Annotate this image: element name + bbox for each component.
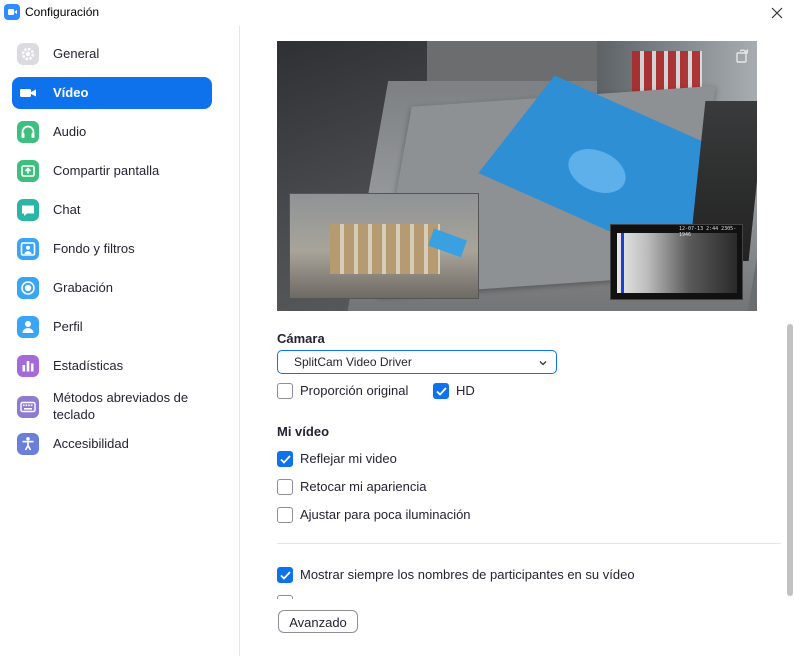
checkmark-icon: [280, 571, 291, 580]
camera-preview: 12-07-13 2:44 2305-1946: [277, 41, 757, 311]
scrollbar-thumb[interactable]: [787, 324, 793, 596]
sidebar-item-profile[interactable]: Perfil: [12, 311, 212, 343]
checkmark-icon: [436, 387, 447, 396]
person-icon: [17, 316, 39, 338]
hd-checkbox[interactable]: HD: [433, 382, 493, 400]
video-settings-panel: 12-07-13 2:44 2305-1946 Cámara SplitCam …: [241, 26, 794, 656]
close-button[interactable]: [766, 2, 788, 24]
sidebar-item-label: Grabación: [53, 280, 113, 295]
inset-panel: [617, 233, 737, 293]
mirror-video-checkbox[interactable]: Reflejar mi video: [277, 450, 477, 468]
advanced-button-label: Avanzado: [289, 615, 347, 630]
checkbox-label: Mostrar siempre los nombres de participa…: [300, 567, 635, 582]
person-portrait-icon: [17, 238, 39, 260]
inset-timestamp: 12-07-13 2:44 2305-1946: [679, 226, 737, 238]
section-divider: [277, 543, 781, 544]
advanced-button[interactable]: Avanzado: [278, 610, 358, 633]
scrollbar[interactable]: [785, 26, 794, 656]
sidebar-item-general[interactable]: General: [12, 38, 212, 70]
sidebar-item-keyboard-shortcuts[interactable]: Métodos abreviados de teclado: [12, 387, 212, 427]
camera-select[interactable]: SplitCam Video Driver: [277, 350, 557, 374]
record-icon: [17, 277, 39, 299]
checkbox-label: Proporción original: [300, 383, 409, 398]
title-bar: Configuración: [0, 0, 794, 26]
checkbox-unchecked[interactable]: [277, 507, 293, 523]
sidebar-item-label: Fondo y filtros: [53, 241, 135, 256]
rotate-icon: [736, 49, 749, 63]
sidebar-item-label: Vídeo: [53, 85, 89, 100]
show-participant-names-checkbox[interactable]: Mostrar siempre los nombres de participa…: [277, 566, 697, 584]
chevron-down-icon: [538, 358, 548, 368]
preview-inset-window: 12-07-13 2:44 2305-1946: [610, 224, 743, 300]
zoom-app-icon: [4, 4, 20, 20]
checkbox-unchecked[interactable]: [277, 383, 293, 399]
checkbox-label: HD: [456, 383, 475, 398]
settings-sidebar: General Vídeo Audio Compartir pantalla C…: [0, 26, 240, 656]
sidebar-item-statistics[interactable]: Estadísticas: [12, 350, 212, 382]
sidebar-item-label: Perfil: [53, 319, 83, 334]
sidebar-item-label: Accesibilidad: [53, 436, 129, 451]
window-title: Configuración: [25, 5, 100, 19]
video-camera-icon: [17, 82, 39, 104]
sidebar-item-share-screen[interactable]: Compartir pantalla: [12, 155, 212, 187]
gear-icon: [17, 43, 39, 65]
accessibility-icon: [17, 433, 39, 455]
sidebar-item-audio[interactable]: Audio: [12, 116, 212, 148]
camera-select-value: SplitCam Video Driver: [294, 355, 412, 369]
checkbox-checked[interactable]: [277, 451, 293, 467]
checkbox-checked[interactable]: [277, 567, 293, 583]
preview-pip-camera: [289, 193, 479, 299]
sidebar-item-label: Estadísticas: [53, 358, 124, 373]
headphones-icon: [17, 121, 39, 143]
sidebar-item-label: General: [53, 46, 100, 61]
checkmark-icon: [280, 455, 291, 464]
share-screen-icon: [17, 160, 39, 182]
sidebar-item-label: Compartir pantalla: [53, 163, 160, 178]
sidebar-item-label: Chat: [53, 202, 81, 217]
camera-section-title: Cámara: [277, 331, 325, 346]
sidebar-item-label: Audio: [53, 124, 87, 139]
sidebar-item-accessibility[interactable]: Accesibilidad: [12, 428, 212, 460]
close-icon: [771, 7, 783, 19]
sidebar-item-video[interactable]: Vídeo: [12, 77, 212, 109]
sidebar-item-chat[interactable]: Chat: [12, 194, 212, 226]
checkbox-unchecked[interactable]: [277, 479, 293, 495]
sidebar-item-background-filters[interactable]: Fondo y filtros: [12, 233, 212, 265]
sidebar-item-recording[interactable]: Grabación: [12, 272, 212, 304]
chat-bubble-icon: [17, 199, 39, 221]
original-ratio-checkbox[interactable]: Proporción original: [277, 382, 427, 400]
checkbox-label: Ajustar para poca iluminación: [300, 507, 471, 522]
keyboard-icon: [17, 396, 39, 418]
touch-up-appearance-checkbox[interactable]: Retocar mi apariencia: [277, 478, 477, 496]
pip-shelves: [330, 224, 440, 274]
my-video-section-title: Mi vídeo: [277, 424, 330, 439]
partially-hidden-checkbox[interactable]: [277, 595, 293, 599]
sidebar-item-label: Métodos abreviados de teclado: [53, 390, 189, 422]
rotate-camera-button[interactable]: [733, 47, 751, 65]
low-light-checkbox[interactable]: Ajustar para poca iluminación: [277, 506, 517, 524]
bar-chart-icon: [17, 355, 39, 377]
inset-bar: [621, 233, 624, 293]
checkbox-checked[interactable]: [433, 383, 449, 399]
checkbox-label: Reflejar mi video: [300, 451, 397, 466]
checkbox-label: Retocar mi apariencia: [300, 479, 427, 494]
